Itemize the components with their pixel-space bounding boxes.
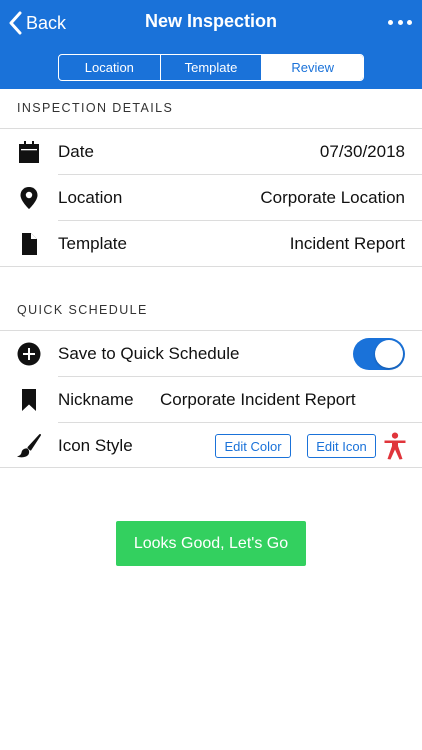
back-button[interactable]: Back (8, 9, 66, 37)
document-icon (16, 231, 42, 257)
bookmark-icon (16, 387, 42, 413)
tab-template[interactable]: Template (161, 55, 263, 80)
calendar-icon (16, 139, 42, 165)
looks-good-button[interactable]: Looks Good, Let's Go (116, 521, 306, 566)
nickname-value[interactable]: Corporate Incident Report (160, 377, 356, 422)
tab-location[interactable]: Location (59, 55, 161, 80)
tab-review[interactable]: Review (262, 55, 363, 80)
chevron-left-icon (9, 11, 22, 35)
date-row[interactable]: Date 07/30/2018 (0, 129, 422, 174)
icon-style-label: Icon Style (58, 436, 133, 455)
nickname-label: Nickname (58, 390, 134, 409)
template-value: Incident Report (289, 234, 405, 253)
ellipsis-icon[interactable] (388, 12, 412, 32)
navigation-bar: Back New Inspection Location Template Re… (0, 0, 422, 89)
paintbrush-icon (16, 433, 42, 459)
back-button-label: Back (26, 12, 67, 33)
save-quick-schedule-label: Save to Quick Schedule (58, 344, 240, 363)
location-label: Location (58, 188, 123, 207)
location-row[interactable]: Location Corporate Location (0, 175, 422, 220)
template-row[interactable]: Template Incident Report (0, 221, 422, 266)
quick-schedule-header: QUICK SCHEDULE (17, 303, 148, 317)
location-pin-icon (16, 185, 42, 211)
person-icon (384, 432, 406, 460)
icon-style-row: Icon Style Edit Color Edit Icon (0, 423, 422, 468)
edit-icon-button[interactable]: Edit Icon (307, 434, 376, 458)
edit-color-button[interactable]: Edit Color (215, 434, 291, 458)
date-value: 07/30/2018 (319, 142, 405, 161)
nickname-row[interactable]: Nickname Corporate Incident Report (0, 377, 422, 422)
date-label: Date (58, 142, 94, 161)
save-quick-schedule-row: Save to Quick Schedule (0, 331, 422, 376)
divider (0, 467, 422, 468)
plus-circle-icon (16, 341, 42, 367)
toggle-knob (375, 340, 403, 368)
save-quick-schedule-toggle[interactable] (353, 338, 405, 370)
divider (0, 266, 422, 267)
step-tabs: Location Template Review (58, 54, 364, 81)
location-value: Corporate Location (260, 188, 405, 207)
template-label: Template (58, 234, 127, 253)
inspection-details-header: INSPECTION DETAILS (17, 101, 174, 115)
